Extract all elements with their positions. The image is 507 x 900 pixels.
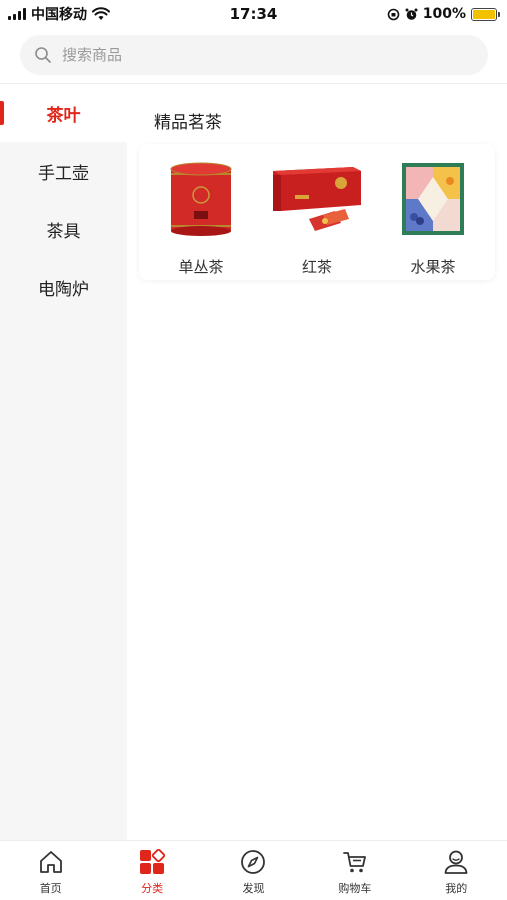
- product-name: 红茶: [301, 258, 332, 276]
- tab-profile[interactable]: 我的: [416, 848, 496, 896]
- search-input[interactable]: [62, 40, 442, 70]
- product-image-tea-can: [151, 156, 251, 242]
- signal-icon: [8, 8, 26, 20]
- product-item-fruit-tea[interactable]: 水果茶: [378, 144, 488, 280]
- search-icon: [35, 47, 51, 63]
- product-item-dancong[interactable]: 单丛茶: [146, 144, 256, 280]
- search-box[interactable]: [20, 35, 488, 75]
- cart-icon: [341, 848, 369, 876]
- status-right: 100%: [387, 6, 500, 22]
- alarm-icon: [405, 8, 418, 20]
- search-area: [0, 28, 507, 84]
- product-item-black-tea[interactable]: 红茶: [262, 144, 372, 280]
- sidebar-item-label: 茶叶: [46, 105, 81, 126]
- bottom-tab-bar: 首页 分类 发现 购物车 我的: [0, 840, 507, 900]
- status-left: 中国移动: [8, 4, 110, 24]
- product-image-gift-box: [267, 156, 367, 242]
- tab-label: 购物车: [338, 882, 372, 895]
- sidebar-item-label: 电陶炉: [38, 279, 89, 300]
- sidebar-item-tea[interactable]: 茶叶: [0, 84, 127, 142]
- status-bar: 中国移动 17:34 100%: [0, 0, 507, 28]
- tab-label: 首页: [39, 882, 62, 895]
- tab-cart[interactable]: 购物车: [315, 848, 395, 896]
- product-grid: 单丛茶 红茶 水果茶: [139, 144, 495, 280]
- wifi-icon: [92, 7, 110, 20]
- sidebar-item-label: 茶具: [46, 221, 81, 242]
- status-time: 17:34: [229, 5, 278, 23]
- tab-category[interactable]: 分类: [112, 848, 192, 896]
- tab-label: 分类: [141, 882, 164, 895]
- battery-charging-icon: [471, 7, 500, 21]
- sidebar-item-electric-stove[interactable]: 电陶炉: [0, 258, 127, 316]
- tab-label: 发现: [242, 882, 265, 895]
- category-icon: [138, 848, 166, 876]
- product-image-fruit-box: [383, 156, 483, 242]
- user-icon: [442, 848, 470, 876]
- battery-percent: 100%: [422, 6, 466, 22]
- orientation-lock-icon: [387, 8, 400, 20]
- carrier-label: 中国移动: [31, 7, 87, 23]
- sidebar-item-label: 手工壶: [38, 163, 89, 184]
- sidebar-item-handmade-pot[interactable]: 手工壶: [0, 142, 127, 200]
- sidebar-item-tea-set[interactable]: 茶具: [0, 200, 127, 258]
- tab-discover[interactable]: 发现: [213, 848, 293, 896]
- compass-icon: [239, 848, 267, 876]
- category-content: 精品茗茶 单丛茶 红茶 水果茶: [127, 84, 507, 840]
- tab-home[interactable]: 首页: [11, 848, 91, 896]
- section-title: 精品茗茶: [154, 113, 222, 133]
- category-sidebar: 茶叶 手工壶 茶具 电陶炉: [0, 84, 127, 840]
- product-name: 水果茶: [410, 258, 456, 276]
- home-icon: [37, 848, 65, 876]
- product-name: 单丛茶: [178, 258, 224, 276]
- tab-label: 我的: [445, 882, 468, 895]
